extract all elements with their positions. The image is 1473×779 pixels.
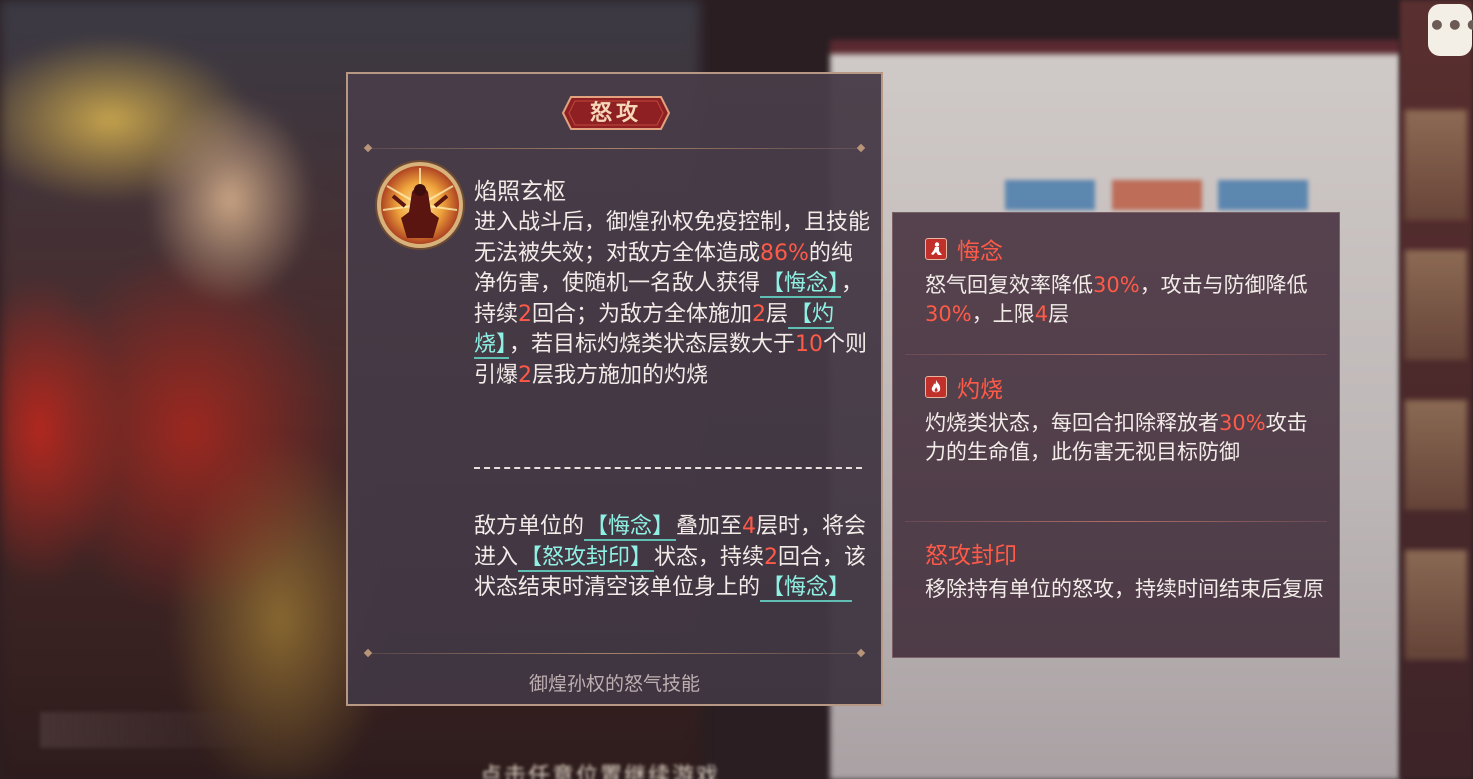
keyword-divider <box>905 521 1327 522</box>
bottom-divider <box>368 653 861 654</box>
skill-category-badge: 怒攻 <box>561 95 671 131</box>
skill-extra-description: 敌方单位的【悔念】叠加至4层时，将会进入【怒攻封印】状态，持续2回合，该状态结束… <box>474 512 870 604</box>
blurred-tag-blue <box>1005 180 1095 210</box>
blurred-tag-blue-2 <box>1218 180 1308 210</box>
rage-reduction-value: 30% <box>1093 273 1140 297</box>
kw-text: ，上限 <box>971 302 1035 326</box>
flame-warrior-icon <box>377 162 463 248</box>
side-tab-2[interactable] <box>1405 250 1467 360</box>
side-tab-1[interactable] <box>1405 110 1467 220</box>
damage-percent: 86% <box>760 240 809 266</box>
stack-cap-value: 4 <box>1034 302 1049 326</box>
chat-bubble-icon[interactable]: ••• <box>1428 4 1473 56</box>
threshold-value: 10 <box>795 332 824 357</box>
desc-text: 层 <box>766 301 789 327</box>
desc-text: ，若目标灼烧类状态层数大于 <box>509 332 796 357</box>
burn-percent-value: 30% <box>1219 411 1266 435</box>
keyword-description: 移除持有单位的怒攻，持续时间结束后复原 <box>925 575 1325 604</box>
side-tab-4[interactable] <box>1405 550 1467 660</box>
dashed-divider <box>474 467 862 469</box>
top-divider <box>368 148 861 149</box>
keyword-title: 怒攻封印 <box>925 543 1017 569</box>
keyword-divider <box>905 354 1327 355</box>
keyword-link-regret[interactable]: 【悔念】 <box>760 271 842 298</box>
skill-source-caption: 御煌孙权的怒气技能 <box>528 673 700 695</box>
kneeling-figure-icon <box>925 238 947 260</box>
keyword-regret: 悔念 怒气回复效率降低30%，攻击与防御降低30%，上限4层 <box>925 233 1325 329</box>
kw-text: 灼烧类状态，每回合扣除释放者 <box>925 411 1219 435</box>
desc-text: 层我方施加的灼烧 <box>532 362 709 388</box>
continue-hint: 点击任意位置继续游戏 <box>480 764 721 779</box>
skill-tooltip-panel: 怒攻 焰照玄枢 进入战斗后，御煌孙权免疫控制，且技能无法被失效；对敌方全体造成8… <box>346 72 883 706</box>
stack-value: 2 <box>752 301 767 327</box>
desc-text: 状态，持续 <box>654 544 765 570</box>
desc-text: 回合；为敌方全体施加 <box>532 301 753 327</box>
blurred-tag-orange <box>1112 180 1202 210</box>
desc-text: 敌方单位的 <box>474 514 585 539</box>
keyword-rage-seal: 怒攻封印 移除持有单位的怒攻，持续时间结束后复原 <box>925 537 1325 604</box>
skill-description: 进入战斗后，御煌孙权免疫控制，且技能无法被失效；对敌方全体造成86%的纯净伤害，… <box>474 208 870 391</box>
keyword-explanation-panel: 悔念 怒气回复效率降低30%，攻击与防御降低30%，上限4层 灼烧 灼烧类状态，… <box>892 212 1340 658</box>
kw-text: 层 <box>1048 302 1070 326</box>
keyword-link-regret[interactable]: 【悔念】 <box>760 575 853 602</box>
fire-icon <box>925 376 947 398</box>
keyword-description: 灼烧类状态，每回合扣除释放者30%攻击力的生命值，此伤害无视目标防御 <box>925 409 1325 467</box>
skill-name: 焰照玄枢 <box>474 179 566 205</box>
skill-category-label: 怒攻 <box>589 100 642 126</box>
keyword-description: 怒气回复效率降低30%，攻击与防御降低30%，上限4层 <box>925 271 1325 329</box>
keyword-title: 灼烧 <box>957 377 1003 403</box>
desc-text: 叠加至 <box>676 514 743 539</box>
keyword-burn: 灼烧 灼烧类状态，每回合扣除释放者30%攻击力的生命值，此伤害无视目标防御 <box>925 371 1325 467</box>
side-tab-3[interactable] <box>1405 400 1467 510</box>
duration-value: 2 <box>518 301 533 327</box>
keyword-link-regret[interactable]: 【悔念】 <box>584 514 677 541</box>
stack-threshold: 4 <box>742 514 757 539</box>
power-readout-blurred <box>40 712 280 748</box>
keyword-link-rage-seal[interactable]: 【怒攻封印】 <box>518 544 655 572</box>
keyword-title: 悔念 <box>957 239 1003 265</box>
seal-duration: 2 <box>764 544 779 570</box>
atk-def-reduction-value: 30% <box>925 302 972 326</box>
kw-text: 怒气回复效率降低 <box>925 273 1093 297</box>
detonate-value: 2 <box>518 362 533 388</box>
kw-text: ，攻击与防御降低 <box>1139 273 1308 297</box>
kw-text: 移除持有单位的怒攻，持续时间结束后复原 <box>925 577 1324 601</box>
